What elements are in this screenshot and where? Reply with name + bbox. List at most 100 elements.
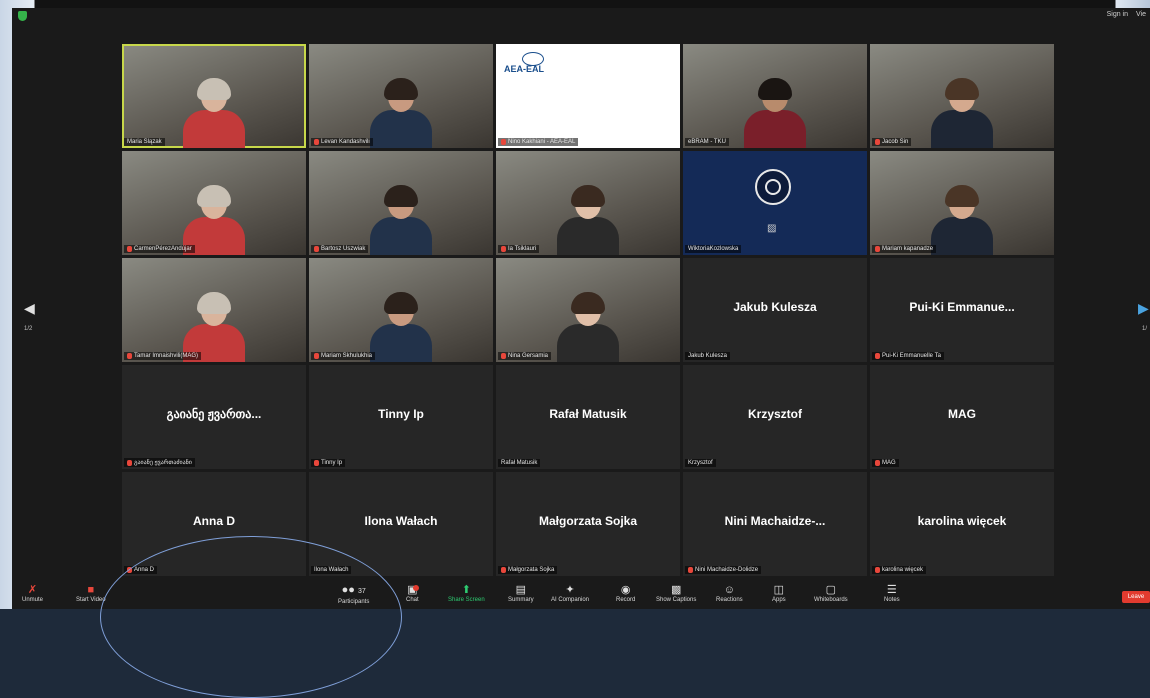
participant-name-label: WiktoriaKozlowska	[685, 245, 742, 253]
participant-tile[interactable]: MAG MAG	[870, 365, 1054, 469]
participant-tile[interactable]: CarmenPérezAndújar	[122, 151, 306, 255]
participant-name-label: Tinny Ip	[311, 459, 346, 467]
reactions-button[interactable]: ☺ Reactions	[716, 583, 743, 603]
participant-video	[179, 78, 249, 148]
muted-microphone-icon	[127, 567, 132, 573]
participant-name-label: გაიანე ჟვართაძიანი	[124, 458, 195, 467]
muted-microphone-icon	[127, 246, 132, 252]
participant-name-label: eBRAM - TKU	[685, 138, 729, 146]
view-button[interactable]: Vie	[1136, 11, 1146, 18]
participants-button[interactable]: ●● 37 Participants	[338, 583, 369, 605]
participant-name-label: Bartosz Uszwiak	[311, 245, 369, 253]
participant-name: Nina Gersamia	[508, 353, 549, 359]
microphone-muted-icon: ✗	[27, 584, 38, 596]
gallery-grid: Maria Ślązak Levan Kandashvili AEA-EAL Nino…	[122, 44, 1054, 576]
participant-name-label: Ilona Wałach	[311, 566, 352, 574]
participant-tile[interactable]: გაიანე ჟვართა... გაიანე ჟვართაძიანი	[122, 365, 306, 469]
participant-name-label: karolina więcek	[872, 566, 927, 574]
summary-label: Summary	[508, 597, 534, 603]
participant-tile[interactable]: Nini Machaidze-... Nini Machaidze-Dolidze	[683, 472, 867, 576]
participant-name: Mariam kapanadze	[882, 246, 934, 252]
previous-page-arrow-icon[interactable]: ◀	[24, 300, 35, 317]
ai-companion-label: AI Companion	[551, 597, 590, 603]
participant-tile[interactable]: eBRAM - TKU	[683, 44, 867, 148]
participant-name: Nino Kakhiani - AEA-EAL	[508, 139, 576, 145]
show-captions-button[interactable]: ▩ Show Captions	[656, 583, 696, 603]
muted-microphone-icon	[875, 353, 880, 359]
participant-tile[interactable]: ▨ WiktoriaKozlowska	[683, 151, 867, 255]
participant-tile[interactable]: Bartosz Uszwiak	[309, 151, 493, 255]
encryption-shield-icon[interactable]	[18, 11, 27, 21]
meeting-toolbar: ✗ Unmute ■ Start Video ●● 37 Participant…	[12, 580, 1150, 609]
participant-tile[interactable]: AEA-EAL Nino Kakhiani - AEA-EAL	[496, 44, 680, 148]
participant-name-label: MAG	[872, 459, 899, 467]
participant-name: Pui-Ki Emmanuelle Ta	[882, 353, 941, 359]
muted-microphone-icon	[314, 460, 319, 466]
participant-display-name: Jakub Kulesza	[733, 300, 817, 314]
muted-microphone-icon	[875, 246, 880, 252]
reactions-label: Reactions	[716, 597, 743, 603]
apps-button[interactable]: ◫ Apps	[772, 583, 786, 603]
participant-tile[interactable]: Rafał Matusik Rafał Matusik	[496, 365, 680, 469]
summary-button[interactable]: ▤ Summary	[508, 583, 534, 603]
participant-name-label: Jacob Sin	[872, 138, 912, 146]
zoom-meeting-window: Sign in Vie ◀ 1/2 ▶ 1/ Maria Ślązak Levan…	[12, 8, 1150, 609]
participant-name-label: Tamar Imnaishvili(MAG)	[124, 352, 202, 360]
participant-name-label: Jakub Kulesza	[685, 352, 731, 360]
participant-name: Tinny Ip	[321, 460, 343, 466]
participant-name: Maria Ślązak	[127, 139, 162, 145]
participant-tile[interactable]: Levan Kandashvili	[309, 44, 493, 148]
record-button[interactable]: ◉ Record	[616, 583, 635, 603]
muted-microphone-icon	[501, 567, 506, 573]
participant-tile[interactable]: Tamar Imnaishvili(MAG)	[122, 258, 306, 362]
participant-display-name: Krzysztof	[747, 407, 802, 421]
participant-name-label: Maria Ślązak	[124, 138, 165, 146]
participant-tile[interactable]: Małgorzata Sojka Małgorzata Sojka	[496, 472, 680, 576]
page-indicator-left: 1/2	[24, 326, 33, 332]
participant-tile[interactable]: Ilona Wałach Ilona Wałach	[309, 472, 493, 576]
participant-name-label: Anna D	[124, 566, 158, 574]
participant-tile[interactable]: Nina Gersamia	[496, 258, 680, 362]
participant-video	[740, 78, 810, 148]
participant-tile[interactable]: Maria Ślązak	[122, 44, 306, 148]
whiteboards-button[interactable]: ▢ Whiteboards	[814, 583, 848, 603]
participant-name-label: Rafał Matusik	[498, 459, 541, 467]
participant-display-name: Małgorzata Sojka	[538, 514, 638, 528]
participant-tile[interactable]: Anna D Anna D	[122, 472, 306, 576]
participant-tile[interactable]: Mariam kapanadze	[870, 151, 1054, 255]
share-screen-button[interactable]: ⬆ Share Screen	[448, 583, 485, 603]
participant-tile[interactable]: Krzysztof Krzysztof	[683, 365, 867, 469]
unmute-button[interactable]: ✗ Unmute	[22, 583, 43, 603]
participant-tile[interactable]: karolina więcek karolina więcek	[870, 472, 1054, 576]
sign-in-link[interactable]: Sign in	[1107, 11, 1128, 18]
summary-icon: ▤	[515, 584, 527, 596]
participant-tile[interactable]: Pui-Ki Emmanue... Pui-Ki Emmanuelle Ta	[870, 258, 1054, 362]
participant-name-label: Krzysztof	[685, 459, 716, 467]
participant-name: Ia Tsiklauri	[508, 246, 537, 252]
participant-tile[interactable]: Jakub Kulesza Jakub Kulesza	[683, 258, 867, 362]
start-video-button[interactable]: ■ Start Video	[76, 583, 106, 603]
participant-tile[interactable]: Ia Tsiklauri	[496, 151, 680, 255]
participant-display-name: Rafał Matusik	[549, 407, 627, 421]
notes-button[interactable]: ☰ Notes	[884, 583, 900, 603]
participant-tile[interactable]: Mariam Skhulukhia	[309, 258, 493, 362]
participant-tile[interactable]: Tinny Ip Tinny Ip	[309, 365, 493, 469]
leave-button[interactable]: Leave	[1122, 591, 1150, 603]
ai-companion-button[interactable]: ✦ AI Companion	[551, 583, 589, 603]
participant-name: Jacob Sin	[882, 139, 909, 145]
participant-tile[interactable]: Jacob Sin	[870, 44, 1054, 148]
top-right-controls: Sign in Vie	[1107, 11, 1146, 18]
start-video-label: Start Video	[76, 597, 106, 603]
participant-name: WiktoriaKozlowska	[688, 246, 739, 252]
participant-name: Anna D	[134, 567, 155, 573]
participant-name: Rafał Matusik	[501, 460, 538, 466]
apps-icon: ◫	[773, 584, 785, 596]
participant-name-label: Nino Kakhiani - AEA-EAL	[498, 138, 579, 146]
participant-name: Levan Kandashvili	[321, 139, 370, 145]
participant-display-name: Anna D	[193, 514, 235, 528]
participant-video	[553, 185, 623, 255]
next-page-arrow-icon[interactable]: ▶	[1138, 300, 1149, 317]
notes-label: Notes	[884, 597, 900, 603]
whiteboards-label: Whiteboards	[814, 597, 848, 603]
sparkle-icon: ✦	[565, 584, 575, 596]
